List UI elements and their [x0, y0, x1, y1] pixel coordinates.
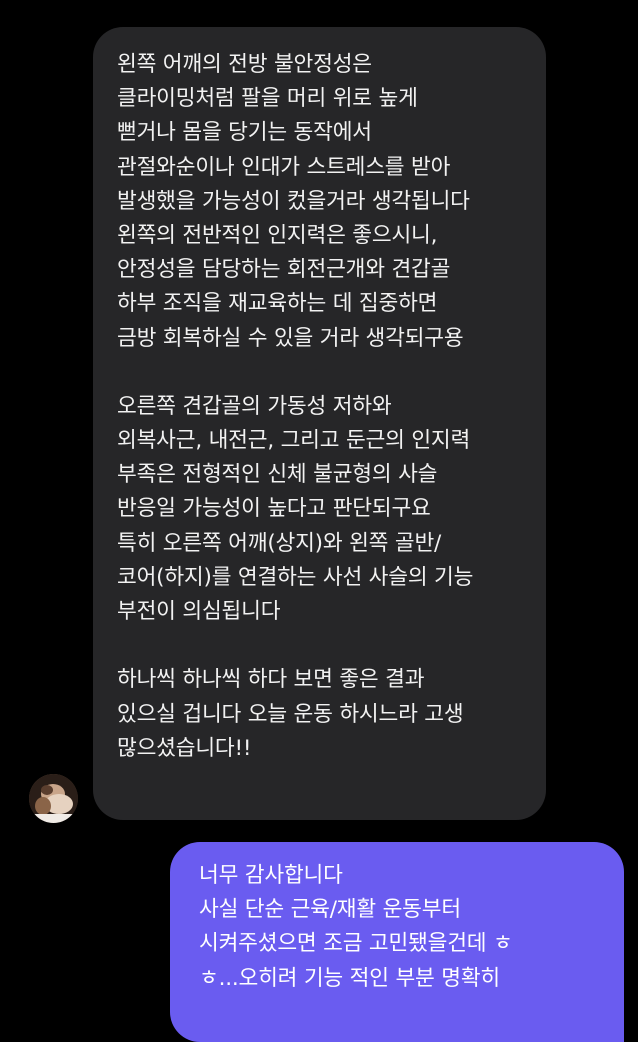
message-line: 너무 감사합니다	[199, 863, 343, 888]
profile-photo-icon	[29, 774, 78, 823]
message-line: 발생했을 가능성이 컸을거라 생각됩니다	[117, 188, 470, 214]
message-line: 왼쪽 어깨의 전방 불안정성은	[117, 52, 372, 77]
message-line: 클라이밍처럼 팔을 머리 위로 높게	[117, 86, 418, 112]
chat-thread: 왼쪽 어깨의 전방 불안정성은 클라이밍처럼 팔을 머리 위로 높게 뻗거나 몸…	[0, 0, 638, 1042]
message-line: 뻗거나 몸을 당기는 동작에서	[117, 120, 372, 146]
message-line: 반응일 가능성이 높다고 판단되구요	[117, 496, 431, 522]
sender-avatar[interactable]	[29, 774, 78, 823]
message-line: 하나씩 하나씩 하다 보면 좋은 결과	[117, 667, 425, 693]
message-line: 부전이 의심됩니다	[117, 599, 281, 624]
message-line: 많으셨습니다!!	[117, 735, 252, 761]
message-line: 오른쪽 견갑골의 가동성 저하와	[117, 393, 392, 419]
message-line: ㅎ...오히려 기능 적인 부분 명확히	[199, 965, 500, 991]
message-line: 코어(하지)를 연결하는 사선 사슬의 기능	[117, 564, 474, 590]
message-line: 안정성을 담당하는 회전근개와 견갑골	[117, 257, 451, 283]
message-line: 왼쪽의 전반적인 인지력은 좋으시니,	[117, 222, 438, 248]
outgoing-message-bubble[interactable]: 너무 감사합니다 사실 단순 근육/재활 운동부터 시켜주셨으면 조금 고민됐을…	[170, 842, 624, 1042]
message-line: 금방 회복하실 수 있을 거라 생각되구용	[117, 325, 464, 351]
message-line: 관절와순이나 인대가 스트레스를 받아	[117, 154, 451, 180]
message-line: 시켜주셨으면 조금 고민됐을건데 ㅎ	[199, 931, 513, 957]
message-line: 부족은 전형적인 신체 불균형의 사슬	[117, 462, 438, 488]
message-line: 하부 조직을 재교육하는 데 집중하면	[117, 291, 438, 317]
incoming-message-bubble[interactable]: 왼쪽 어깨의 전방 불안정성은 클라이밍처럼 팔을 머리 위로 높게 뻗거나 몸…	[93, 27, 546, 820]
message-line: 사실 단순 근육/재활 운동부터	[199, 897, 461, 923]
message-line: 있으실 겁니다 오늘 운동 하시느라 고생	[117, 701, 464, 727]
message-line: 외복사근, 내전근, 그리고 둔근의 인지력	[117, 428, 471, 454]
message-line: 특히 오른쪽 어깨(상지)와 왼쪽 골반/	[117, 530, 442, 556]
